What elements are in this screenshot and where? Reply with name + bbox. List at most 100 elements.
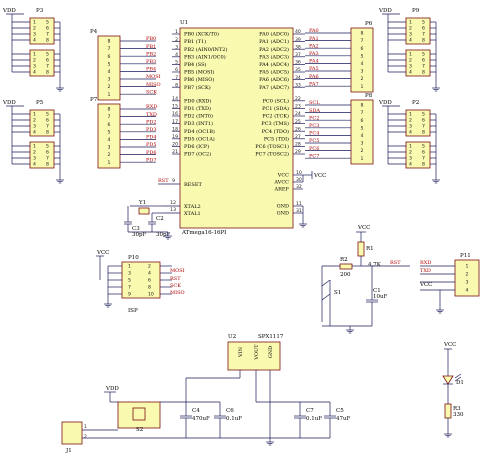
isp-net-mosi: MOSI <box>170 268 185 274</box>
mcu-pin-number: 38 <box>295 44 301 50</box>
connector-p7-net-label: PD6 <box>146 150 157 156</box>
mcu-pin-name: PB2 (AIN0/INT2) <box>184 46 227 53</box>
connector-p6-pin: 4 <box>361 61 364 67</box>
mcu-pin-number: 19 <box>172 134 178 140</box>
header-p9-pin: 5 <box>422 52 425 58</box>
connector-p8-net-label: SCL <box>309 100 320 106</box>
mcu-power-pin-name: VCC <box>277 173 289 179</box>
connector-p7-pin: 8 <box>108 107 111 113</box>
mcu-pin-name: PB1 (T1) <box>184 38 206 45</box>
mcu-pin-name: PB4 (SS) <box>184 61 207 68</box>
resistor-r2-body <box>339 263 353 270</box>
mcu-pin-name: PB6 (MISO) <box>184 76 214 83</box>
mcu-pin-number: 20 <box>172 142 178 148</box>
reset-vcc-label: VCC <box>357 225 370 231</box>
header-p2-pin: 2 <box>409 150 412 156</box>
header-p5-pin: 8 <box>46 130 49 136</box>
mcu-pin-number: 14 <box>172 96 178 102</box>
mcu-pin-name: PA3 (ADC3) <box>259 53 289 60</box>
header-p9-vdd-label: VDD <box>378 8 392 14</box>
header-p2-pin: 3 <box>409 124 412 130</box>
mcu-pin-number: 37 <box>295 52 301 58</box>
header-p3-pin: 7 <box>46 64 49 70</box>
header-p2-pin: 7 <box>422 156 425 162</box>
header-p9-pin: 1 <box>409 20 412 26</box>
connector-p4-pin: 6 <box>108 54 111 60</box>
isp-net-sck: SCK <box>170 283 181 289</box>
header-p3-pin: 6 <box>46 58 49 64</box>
header-p5-pin: 3 <box>33 124 36 130</box>
cap-c6-value: 0.1uF <box>226 416 242 422</box>
mcu-pin-number: 40 <box>295 29 301 35</box>
resistor-r1-ref: R1 <box>366 246 374 252</box>
header-p9-pin: 8 <box>422 38 425 44</box>
header-p9-pin: 4 <box>409 38 412 44</box>
connector-p8-pin: 6 <box>361 118 364 124</box>
jack-j1-body <box>61 421 83 445</box>
connector-p7-net-label: PD3 <box>146 127 157 133</box>
connector-p11-pin: 4 <box>466 288 469 294</box>
mcu-xtal-pin-name: XTAL1 <box>184 211 201 217</box>
connector-p6-pin: 1 <box>361 84 364 90</box>
led-d1-ref: D1 <box>456 380 464 386</box>
header-p3-pin: 2 <box>33 26 36 32</box>
header-p9-pin: 4 <box>409 70 412 76</box>
header-p2-pin: 7 <box>422 124 425 130</box>
mcu-pin-name: PC5 (TDI) <box>264 135 289 142</box>
mcu-pin-name: PD3 (INT1) <box>184 120 213 127</box>
header-p5-pin: 5 <box>46 112 49 118</box>
mcu-pin-number: 10 <box>296 170 302 176</box>
connector-p4-net-label: PB2 <box>146 51 156 57</box>
connector-p8-pin: 7 <box>361 110 364 116</box>
cap-c7-ref: C7 <box>306 408 314 414</box>
connector-p6-pin: 6 <box>361 46 364 52</box>
connector-p8-ref: P8 <box>365 93 373 99</box>
connector-p7-net-label: PD7 <box>146 157 157 163</box>
header-p3-pin: 8 <box>46 70 49 76</box>
resistor-r2-ref: R2 <box>340 257 348 263</box>
connector-p4-ref: P4 <box>90 29 98 35</box>
mcu-reset-net: RST <box>158 178 169 184</box>
connector-p4-pin: 5 <box>108 61 111 67</box>
header-p5-pin: 3 <box>33 156 36 162</box>
connector-p6-pin: 7 <box>361 38 364 44</box>
header-p2-vdd-label: VDD <box>378 100 392 106</box>
mcu-pin-name: PD7 (OC2) <box>184 151 211 158</box>
header-p3-pin: 4 <box>33 70 36 76</box>
jack-j1-ref: J1 <box>65 448 72 454</box>
connector-p8-net-label: PC2 <box>309 115 319 121</box>
connector-p4-net-label: PB1 <box>146 44 156 50</box>
mcu-pin-name: PB0 (XCK/T0) <box>184 31 219 38</box>
mcu-power-pin-name: GND <box>277 204 289 210</box>
cap-c5-value: 47uF <box>336 416 351 422</box>
connector-p11-ref: P11 <box>460 253 471 259</box>
connector-p4-net-label: PB4 <box>146 67 156 73</box>
switch-s1-ref: S1 <box>334 290 341 296</box>
connector-p7-body <box>97 103 121 169</box>
connector-p6-net-label: PA2 <box>309 43 319 49</box>
schematic-canvas: VDD P31 51 52 62 63 73 74 84 8VDD P51 51 52 62 63 73 74 8… <box>2 8 480 454</box>
mcu-pin-number: 9 <box>172 178 175 184</box>
header-p5-pin: 4 <box>33 162 36 168</box>
mcu-pin-number: 28 <box>295 142 301 148</box>
mcu-pin-number: 1 <box>175 29 178 35</box>
header-p5-pin: 4 <box>33 130 36 136</box>
isp-pin: 10 <box>148 292 154 298</box>
header-p2-pin: 3 <box>409 156 412 162</box>
header-p5-pin: 7 <box>46 124 49 130</box>
connector-p8-body <box>350 99 374 165</box>
mcu-pin-number: 31 <box>296 208 302 214</box>
isp-pin: 3 <box>128 271 131 277</box>
cap-c6-ref: C6 <box>226 408 234 414</box>
mcu-pin-name: PA2 (ADC2) <box>259 46 289 53</box>
switch-s2-ref: S2 <box>136 427 143 433</box>
connector-p6-pin: 2 <box>361 76 364 82</box>
mcu-pin-number: 8 <box>175 82 178 88</box>
p11-net-vcc: VCC <box>419 282 432 288</box>
resistor-r2-value: 200 <box>340 272 351 278</box>
connector-p8-net-label: SDA <box>309 108 320 114</box>
mcu-pin-name: PC1 (SDA) <box>262 105 289 112</box>
mcu-pin-name: PD1 (TXD) <box>184 105 211 112</box>
mcu-pin-name: PD5 (OC1A) <box>184 135 215 142</box>
connector-p7-pin: 4 <box>108 137 111 143</box>
